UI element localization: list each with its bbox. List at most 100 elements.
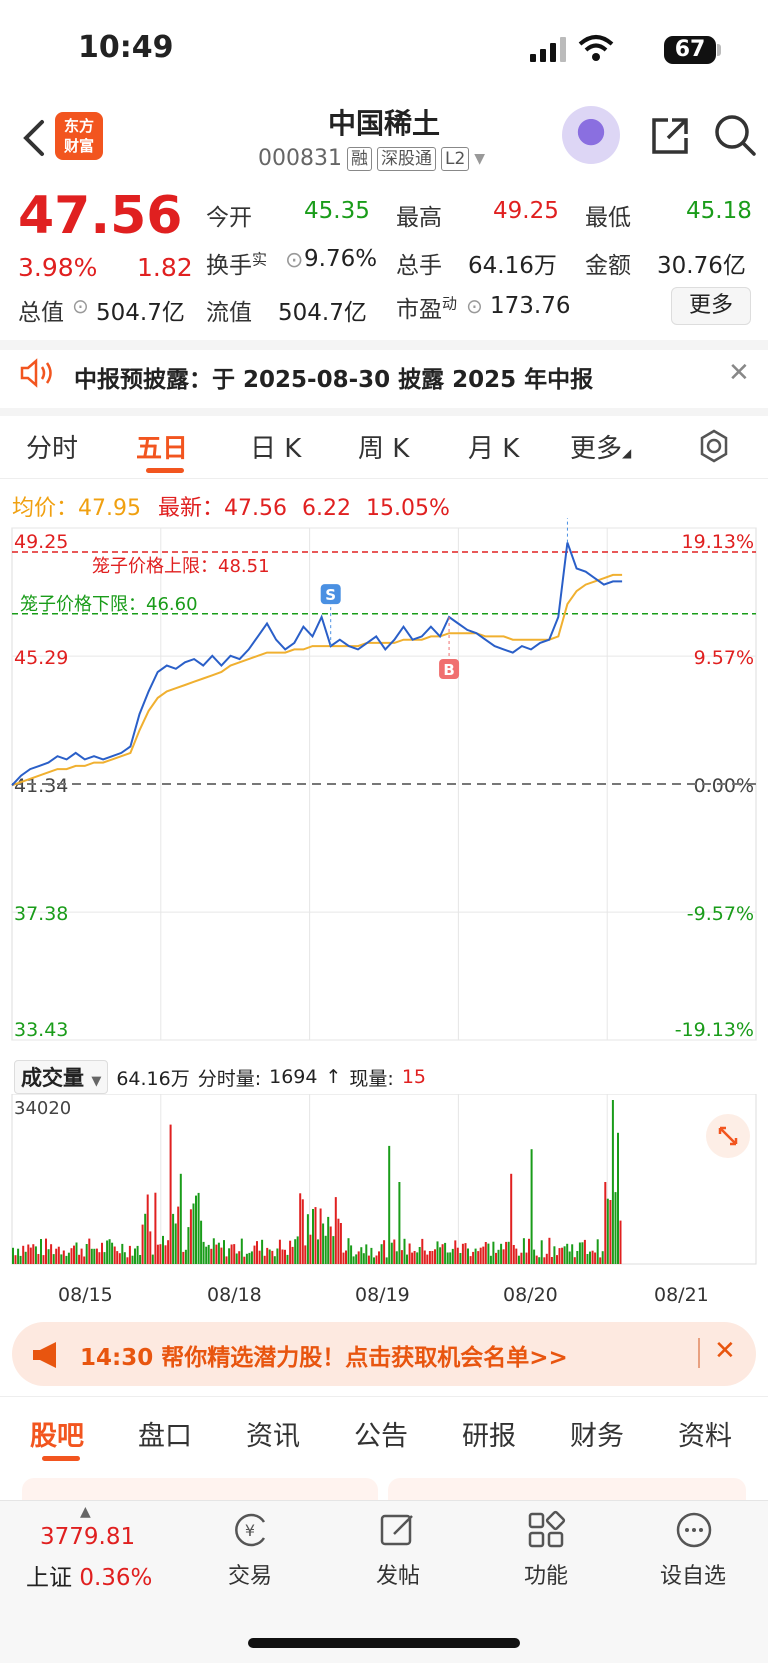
volume-bar bbox=[243, 1256, 246, 1264]
promo-text[interactable]: 14:30 帮你精选潜力股！点击获取机会名单>> bbox=[80, 1338, 568, 1372]
volume-bar bbox=[327, 1216, 330, 1264]
volume-bar bbox=[411, 1252, 414, 1264]
high-value: 49.25 bbox=[493, 198, 559, 224]
volume-bar bbox=[116, 1251, 119, 1264]
volume-bar bbox=[139, 1255, 142, 1264]
volume-bar bbox=[571, 1244, 574, 1264]
tab-active-indicator bbox=[146, 468, 184, 473]
more-options-icon[interactable] bbox=[674, 1510, 714, 1550]
volume-bar bbox=[380, 1244, 383, 1264]
volume-bar bbox=[431, 1251, 434, 1264]
tab-news[interactable]: 资讯 bbox=[246, 1414, 300, 1453]
tab-research[interactable]: 研报 bbox=[462, 1414, 516, 1453]
volume-bar bbox=[599, 1257, 602, 1264]
index-value[interactable]: 3779.81 bbox=[40, 1524, 135, 1550]
tab-more[interactable]: 更多◢ bbox=[570, 428, 631, 465]
volume-bar bbox=[314, 1207, 317, 1264]
volume-bar bbox=[583, 1239, 586, 1264]
last-price: 47.56 bbox=[18, 186, 183, 246]
notice-text[interactable]: 中报预披露：于 2025-08-30 披露 2025 年中报 bbox=[74, 360, 593, 394]
volume-chart[interactable]: 34020 bbox=[0, 1094, 768, 1282]
divider bbox=[0, 408, 768, 416]
info-icon[interactable]: ⊙ bbox=[285, 248, 303, 273]
tab-month-k[interactable]: 月 K bbox=[468, 428, 519, 465]
volume-bar bbox=[322, 1223, 325, 1264]
trade-label[interactable]: 交易 bbox=[228, 1558, 272, 1590]
gear-icon[interactable] bbox=[696, 428, 732, 464]
volume-bar bbox=[34, 1246, 37, 1264]
volume-bar bbox=[426, 1254, 429, 1264]
trade-icon[interactable]: ¥ bbox=[230, 1510, 270, 1550]
tab-orderbook[interactable]: 盘口 bbox=[138, 1414, 192, 1453]
volume-bar bbox=[489, 1255, 492, 1264]
tab-profile[interactable]: 资料 bbox=[678, 1414, 732, 1453]
volume-bar bbox=[533, 1249, 536, 1264]
volume-bar bbox=[378, 1251, 380, 1264]
y-pct-tick-label: 19.13% bbox=[682, 531, 754, 553]
volume-bar bbox=[296, 1236, 299, 1264]
volume-bar bbox=[576, 1251, 579, 1264]
share-icon[interactable] bbox=[648, 114, 692, 158]
volume-bar bbox=[479, 1247, 482, 1264]
volume-bar bbox=[215, 1244, 218, 1264]
change-percent: 3.98% bbox=[18, 253, 98, 282]
caret-down-icon[interactable]: ▼ bbox=[474, 151, 485, 167]
date-label: 08/20 bbox=[503, 1284, 558, 1306]
tab-intraday[interactable]: 分时 bbox=[26, 428, 78, 465]
volume-bar bbox=[505, 1241, 508, 1264]
more-quote-button[interactable]: 更多 bbox=[671, 287, 751, 325]
apps-icon[interactable] bbox=[526, 1510, 566, 1550]
volume-bar bbox=[400, 1250, 403, 1264]
tab-five-day[interactable]: 五日 bbox=[136, 428, 188, 465]
tab-guba[interactable]: 股吧 bbox=[30, 1414, 84, 1453]
volume-max-tick: 34020 bbox=[14, 1098, 71, 1119]
volume-bar bbox=[385, 1257, 388, 1264]
volume-bar bbox=[441, 1244, 444, 1264]
volume-bar bbox=[126, 1257, 129, 1264]
index-summary[interactable]: 上证 0.36% bbox=[26, 1558, 152, 1592]
close-icon[interactable]: ✕ bbox=[728, 358, 750, 388]
volume-bar bbox=[156, 1244, 159, 1264]
divider bbox=[0, 340, 768, 350]
volume-bar bbox=[586, 1254, 589, 1264]
info-icon[interactable]: ⊙ bbox=[72, 294, 89, 318]
volume-bar bbox=[187, 1227, 190, 1264]
tab-week-k[interactable]: 周 K bbox=[358, 428, 409, 465]
volume-bar bbox=[304, 1245, 307, 1264]
edit-post-icon[interactable] bbox=[378, 1510, 418, 1550]
info-icon[interactable]: ⊙ bbox=[466, 294, 483, 318]
volume-bar bbox=[573, 1257, 576, 1264]
expand-icon[interactable] bbox=[706, 1114, 750, 1158]
volume-bar bbox=[543, 1257, 546, 1264]
volume-bar bbox=[217, 1242, 220, 1264]
open-label: 今开 bbox=[206, 205, 252, 231]
volume-bar bbox=[589, 1251, 591, 1264]
volume-bar bbox=[512, 1245, 515, 1264]
tab-day-k[interactable]: 日 K bbox=[250, 428, 301, 465]
add-watchlist-label[interactable]: 设自选 bbox=[660, 1558, 726, 1590]
volume-bar bbox=[281, 1249, 284, 1264]
close-icon[interactable]: ✕ bbox=[714, 1336, 736, 1366]
tab-active-indicator bbox=[42, 1456, 80, 1461]
post-label[interactable]: 发帖 bbox=[376, 1558, 420, 1590]
volume-bar bbox=[497, 1249, 500, 1264]
turnover-value: 9.76% bbox=[304, 246, 378, 272]
five-day-price-chart[interactable]: 49.25 19.13% 45.29 9.57% 41.34 0.00% 37.38 -9.5… bbox=[0, 518, 768, 1058]
volume-bar bbox=[461, 1243, 464, 1264]
volume-bar bbox=[472, 1251, 475, 1264]
volume-indicator-select[interactable]: 成交量 ▼ bbox=[14, 1060, 109, 1094]
mktcap-label: 总值 bbox=[18, 300, 64, 326]
volume-bar bbox=[197, 1192, 200, 1264]
tab-finance[interactable]: 财务 bbox=[570, 1414, 624, 1453]
volume-bar bbox=[256, 1241, 258, 1264]
search-icon[interactable] bbox=[712, 112, 758, 158]
collapse-up-icon[interactable]: ▲ bbox=[80, 1504, 91, 1520]
volume-bar bbox=[50, 1244, 53, 1264]
volume-bar bbox=[528, 1238, 530, 1264]
volume-bar bbox=[271, 1250, 274, 1264]
high-label: 最高 bbox=[396, 205, 442, 231]
lower-limit-label: 笼子价格下限：46.60 bbox=[20, 594, 198, 615]
assistant-robot-icon[interactable] bbox=[562, 106, 620, 164]
tab-announcements[interactable]: 公告 bbox=[354, 1414, 408, 1453]
functions-label[interactable]: 功能 bbox=[524, 1558, 568, 1590]
